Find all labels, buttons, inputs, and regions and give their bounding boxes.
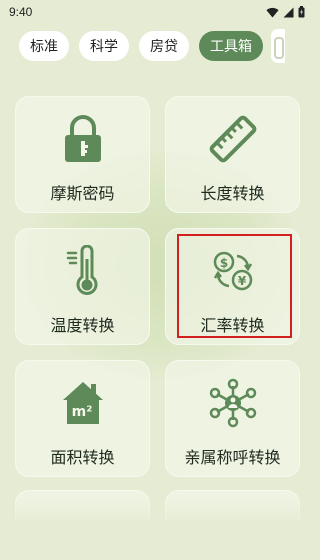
status-bar: 9:40	[0, 0, 315, 24]
tab-scientific[interactable]: 科学	[79, 31, 129, 61]
tool-card-morse-code[interactable]: 摩斯密码	[15, 96, 150, 213]
tool-label: 亲属称呼转换	[184, 448, 281, 467]
tool-label: 面积转换	[50, 448, 115, 467]
tool-card-family-title-conversion[interactable]: 亲属称呼转换	[165, 360, 300, 477]
highlight-box	[177, 234, 292, 338]
tool-label: 长度转换	[200, 184, 265, 203]
tab-mortgage[interactable]: 房贷	[139, 31, 189, 61]
tab-toolbox[interactable]: 工具箱	[199, 31, 263, 61]
tab-standard[interactable]: 标准	[19, 31, 69, 61]
bottom-fade	[0, 498, 315, 560]
area-unit-text: m²	[71, 404, 92, 420]
tab-more-partial[interactable]	[271, 29, 285, 63]
family-network-icon	[209, 378, 256, 428]
tool-card-length-conversion[interactable]: 长度转换	[165, 96, 300, 213]
tool-card-area-conversion[interactable]: m² 面积转换	[15, 360, 150, 477]
signal-icon	[283, 7, 294, 17]
lock-icon	[64, 115, 101, 162]
tool-card-temperature-conversion[interactable]: 温度转换	[15, 228, 150, 345]
tool-label: 温度转换	[50, 316, 115, 335]
mode-tabs: 标准 科学 房贷 工具箱	[19, 29, 315, 63]
house-area-icon: m²	[62, 382, 103, 424]
ruler-icon	[209, 115, 256, 163]
battery-icon	[298, 6, 305, 18]
status-time: 9:40	[9, 5, 33, 19]
system-icons	[266, 6, 305, 18]
thermometer-icon	[66, 245, 97, 295]
tool-label: 摩斯密码	[50, 184, 115, 203]
wifi-icon	[266, 7, 279, 18]
